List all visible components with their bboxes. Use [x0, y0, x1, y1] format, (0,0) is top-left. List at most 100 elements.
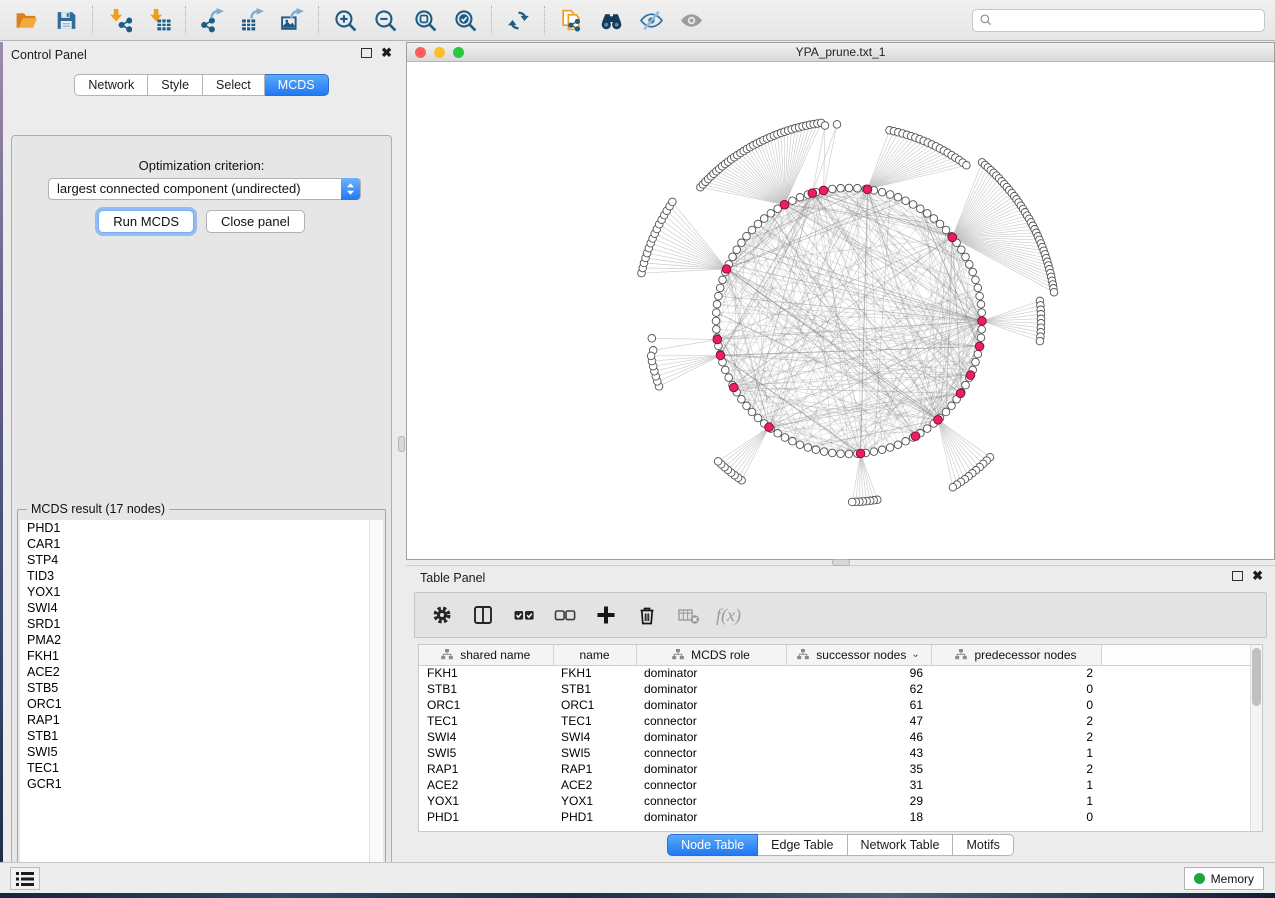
deselect-all-rows-button[interactable] [552, 602, 578, 628]
optimization-criterion-select[interactable]: largest connected component (undirected) [48, 178, 361, 200]
export-image-button[interactable] [272, 4, 312, 36]
table-row[interactable]: ACE2ACE2connector311 [419, 777, 1252, 793]
column-header-predecessor-nodes[interactable]: predecessor nodes [931, 645, 1101, 665]
table-row[interactable]: RAP1RAP1dominator352 [419, 761, 1252, 777]
mcds-result-item[interactable]: SWI4 [20, 600, 369, 616]
mcds-result-item[interactable]: SWI5 [20, 744, 369, 760]
minimize-traffic-light[interactable] [434, 47, 445, 58]
horizontal-splitter-handle[interactable] [832, 559, 850, 566]
network-graph[interactable] [407, 62, 1274, 559]
table-scrollbar[interactable] [1250, 645, 1262, 831]
delete-columns-button[interactable] [634, 602, 660, 628]
control-panel-title: Control Panel [11, 48, 87, 62]
mcds-tab-panel: Optimization criterion: largest connecte… [11, 135, 392, 890]
show-all-button[interactable] [671, 4, 711, 36]
vertical-splitter-handle[interactable] [398, 436, 405, 452]
float-window-icon[interactable] [361, 48, 372, 58]
memory-button[interactable]: Memory [1184, 867, 1264, 890]
column-header-successor-nodes[interactable]: successor nodes⌄ [786, 645, 931, 665]
mcds-result-item[interactable]: FKH1 [20, 648, 369, 664]
import-network-button[interactable] [99, 4, 139, 36]
open-file-button[interactable] [6, 4, 46, 36]
mcds-result-item[interactable]: GCR1 [20, 776, 369, 792]
tab-style[interactable]: Style [148, 74, 203, 96]
close-panel-button[interactable]: Close panel [206, 210, 305, 233]
mcds-result-item[interactable]: SRD1 [20, 616, 369, 632]
table-row[interactable]: SWI4SWI4dominator462 [419, 729, 1252, 745]
zoom-fit-button[interactable] [405, 4, 445, 36]
mcds-result-item[interactable]: ORC1 [20, 696, 369, 712]
function-builder-button[interactable]: f(x) [716, 605, 741, 626]
mcds-list-scrollbar[interactable] [369, 520, 383, 877]
zoom-traffic-light[interactable] [453, 47, 464, 58]
search-binoculars-icon [599, 8, 624, 33]
tab-select[interactable]: Select [203, 74, 265, 96]
table-tab-edge-table[interactable]: Edge Table [758, 834, 847, 856]
search-input[interactable] [972, 9, 1265, 32]
column-type-icon [955, 649, 967, 660]
mcds-result-item[interactable]: PMA2 [20, 632, 369, 648]
close-panel-icon[interactable]: ✖ [381, 48, 392, 58]
import-network-icon [107, 8, 132, 33]
mcds-result-item[interactable]: RAP1 [20, 712, 369, 728]
table-tab-motifs[interactable]: Motifs [953, 834, 1013, 856]
table-row[interactable]: PHD1PHD1dominator180 [419, 809, 1252, 825]
refresh-layout-button[interactable] [498, 4, 538, 36]
memory-label: Memory [1211, 872, 1254, 886]
export-network-button[interactable] [192, 4, 232, 36]
table-options-gear-button[interactable] [429, 602, 455, 628]
select-all-rows-button[interactable] [511, 602, 537, 628]
zoom-out-button[interactable] [365, 4, 405, 36]
column-header-name[interactable]: name [553, 645, 636, 665]
export-network-icon [200, 8, 225, 33]
import-table-button[interactable] [139, 4, 179, 36]
mcds-result-item[interactable]: YOX1 [20, 584, 369, 600]
mcds-result-item[interactable]: PHD1 [20, 520, 369, 536]
table-row[interactable]: FKH1FKH1dominator962 [419, 665, 1252, 681]
zoom-selected-button[interactable] [445, 4, 485, 36]
mcds-result-item[interactable]: TID3 [20, 568, 369, 584]
table-row[interactable]: TEC1TEC1connector472 [419, 713, 1252, 729]
close-traffic-light[interactable] [415, 47, 426, 58]
search-box [972, 9, 1265, 32]
mcds-result-item[interactable]: TEC1 [20, 760, 369, 776]
zoom-in-button[interactable] [325, 4, 365, 36]
table-row[interactable]: ORC1ORC1dominator610 [419, 697, 1252, 713]
add-column-button[interactable] [593, 602, 619, 628]
hide-selected-button[interactable] [631, 4, 671, 36]
search-binoculars-button[interactable] [591, 4, 631, 36]
network-window-titlebar[interactable]: YPA_prune.txt_1 [407, 43, 1274, 62]
mcds-result-item[interactable]: STB1 [20, 728, 369, 744]
delete-table-button[interactable] [675, 602, 701, 628]
mcds-result-groupbox: MCDS result (17 nodes) PHD1CAR1STP4TID3Y… [17, 509, 386, 880]
clone-network-button[interactable] [551, 4, 591, 36]
mcds-result-item[interactable]: ACE2 [20, 664, 369, 680]
tab-network[interactable]: Network [74, 74, 148, 96]
column-header-shared-name[interactable]: shared name [419, 645, 553, 665]
export-table-button[interactable] [232, 4, 272, 36]
control-panel-tabs: NetworkStyleSelectMCDS [3, 74, 400, 96]
table-row[interactable]: SWI5SWI5connector431 [419, 745, 1252, 761]
mcds-result-item[interactable]: STB5 [20, 680, 369, 696]
float-table-panel-icon[interactable] [1232, 571, 1243, 581]
table-tab-network-table[interactable]: Network Table [848, 834, 954, 856]
mcds-result-list[interactable]: PHD1CAR1STP4TID3YOX1SWI4SRD1PMA2FKH1ACE2… [20, 520, 369, 877]
tab-mcds[interactable]: MCDS [265, 74, 329, 96]
table-scrollbar-thumb[interactable] [1252, 648, 1261, 706]
run-mcds-button[interactable]: Run MCDS [98, 210, 194, 233]
column-header-MCDS-role[interactable]: MCDS role [636, 645, 786, 665]
table-row[interactable]: YOX1YOX1connector291 [419, 793, 1252, 809]
save-session-button[interactable] [46, 4, 86, 36]
close-table-panel-icon[interactable]: ✖ [1252, 571, 1263, 581]
memory-status-icon [1194, 873, 1205, 884]
desktop-wallpaper-bottom-edge [0, 893, 1275, 898]
mcds-result-item[interactable]: STP4 [20, 552, 369, 568]
mcds-result-item[interactable]: CAR1 [20, 536, 369, 552]
add-column-icon [595, 604, 617, 626]
zoom-out-icon [373, 8, 398, 33]
table-tab-node-table[interactable]: Node Table [667, 834, 758, 856]
table-row[interactable]: STB1STB1dominator620 [419, 681, 1252, 697]
delete-columns-icon [636, 604, 658, 626]
column-visibility-button[interactable] [470, 602, 496, 628]
task-history-button[interactable] [10, 867, 40, 890]
